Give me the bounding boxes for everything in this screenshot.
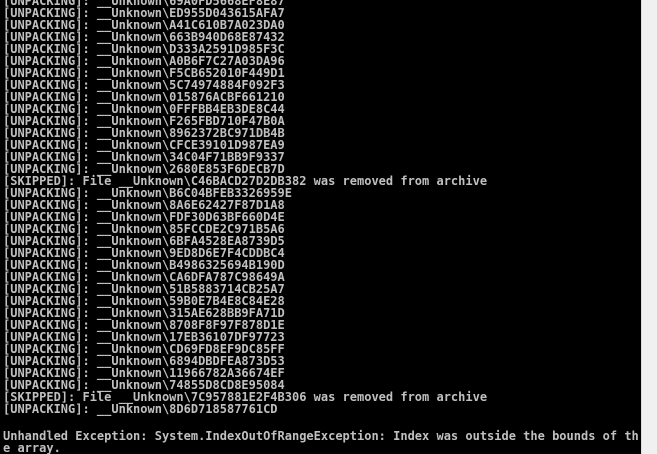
console-output-area[interactable]: [UNPACKING]: __Unknown\69A0FD5668EF8E87[… [0,0,641,454]
exception-message: Unhandled Exception: System.IndexOutOfRa… [3,429,639,454]
vertical-scrollbar[interactable] [641,0,657,454]
log-line: [UNPACKING]: __Unknown\8D6D718587761CD [3,402,278,416]
console-log: [UNPACKING]: __Unknown\69A0FD5668EF8E87[… [3,0,487,415]
